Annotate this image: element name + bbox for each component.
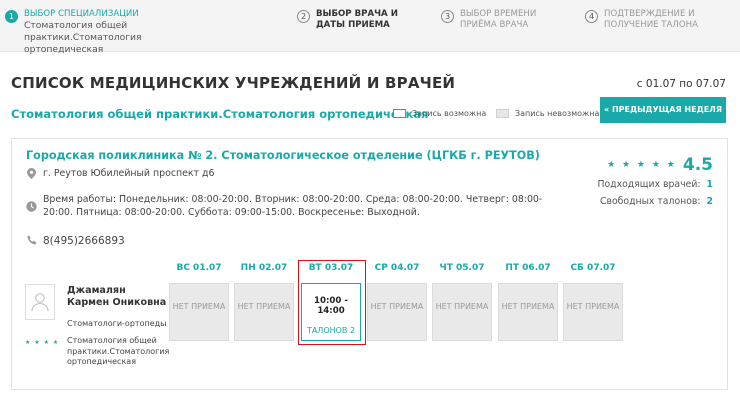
legend-possible-label: Запись возможна [412,109,487,118]
free-tickets-count: 2 [706,196,713,207]
step-label: Выбор времени приёма врача [460,9,537,30]
clinic-hours-row: Время работы: Понедельник: 08:00-20:00. … [26,194,546,219]
page-title: СПИСОК МЕДИЦИНСКИХ УЧРЕЖДЕНИЙ И ВРАЧЕЙ [11,74,456,92]
matching-doctors-label: Подходящих врачей: [597,179,701,190]
specialization-title: Стоматология общей практики.Стоматология… [11,107,429,121]
user-icon [31,293,49,312]
slot-no-reception: НЕТ ПРИЕМА [432,283,492,341]
legend-impossible: Запись невозможна [496,109,599,118]
slot-no-reception: НЕТ ПРИЕМА [367,283,427,341]
doctor-name[interactable]: Джамалян Кармен Ониковна [67,285,167,309]
date-range: с 01.07 по 07.07 [636,78,726,90]
day-header: СР 04.07 [374,263,420,273]
clinic-hours: Время работы: Понедельник: 08:00-20:00. … [43,194,543,218]
step-number: 1 [5,10,18,23]
matching-doctors-count: 1 [706,179,713,190]
slot-no-reception: НЕТ ПРИЕМА [498,283,558,341]
clinic-name-link[interactable]: Городская поликлиника № 2. Стоматологиче… [26,149,540,162]
clock-icon [26,201,37,217]
legend-possible-swatch [393,109,406,118]
step-number: 3 [441,10,454,23]
step-label: Выбор специализации [24,9,139,19]
step-number: 2 [297,10,310,23]
free-tickets: Свободных талонов: 2 [600,196,713,207]
step-sub-label: Стоматология общей практики.Стоматология… [24,20,142,55]
day-header: ВС 01.07 [176,263,222,273]
clinic-card: Городская поликлиника № 2. Стоматологиче… [11,138,728,390]
step-3-time: 3 Выбор времени приёма врача [441,9,571,31]
step-4-confirmation: 4 Подтверждение и получение талона [585,9,735,31]
clinic-rating: ★ ★ ★ ★ ★ 4.5 [607,155,713,175]
matching-doctors: Подходящих врачей: 1 [597,179,713,190]
clinic-address-row: г. Реутов Юбилейный проспект д6 [26,168,214,184]
step-2-doctor-date: 2 Выбор врача и даты приема [297,9,422,31]
phone-icon [26,235,37,250]
step-label: Выбор врача и даты приема [316,9,398,30]
step-1-specialization[interactable]: 1 Выбор специализации Стоматология общей… [5,9,205,56]
day-header: ПТ 06.07 [505,263,551,273]
legend-impossible-swatch [496,109,509,118]
slot-no-reception: НЕТ ПРИЕМА [169,283,229,341]
day-header: ЧТ 05.07 [439,263,485,273]
step-number: 4 [585,10,598,23]
free-tickets-label: Свободных талонов: [600,196,701,207]
legend-possible: Запись возможна [393,109,486,118]
doctor-specialization: Стоматология общей практики.Стоматология… [67,336,170,366]
previous-week-button[interactable]: « ПРЕДЫДУЩАЯ НЕДЕЛЯ [600,97,726,123]
day-header: ПН 02.07 [240,263,288,273]
doctor-avatar [25,284,55,320]
legend-impossible-label: Запись невозможна [515,109,600,118]
progress-stepper: 1 Выбор специализации Стоматология общей… [0,0,740,55]
day-header: СБ 07.07 [570,263,616,273]
location-pin-icon [26,168,37,184]
slot-no-reception: НЕТ ПРИЕМА [563,283,623,341]
step-label: Подтверждение и получение талона [604,9,698,30]
doctor-rating-stars: ★ ★ ★ ★ [25,339,60,346]
clinic-phone-row: 8(495)2666893 [26,235,125,250]
rating-stars: ★ ★ ★ ★ ★ [607,160,677,170]
slot-no-reception: НЕТ ПРИЕМА [234,283,294,341]
clinic-phone: 8(495)2666893 [43,235,125,247]
doctor-specialty: Стоматологи-ортопеды [67,319,167,328]
selected-day-highlight [298,260,366,345]
rating-score: 4.5 [682,155,713,175]
clinic-address: г. Реутов Юбилейный проспект д6 [43,168,215,179]
